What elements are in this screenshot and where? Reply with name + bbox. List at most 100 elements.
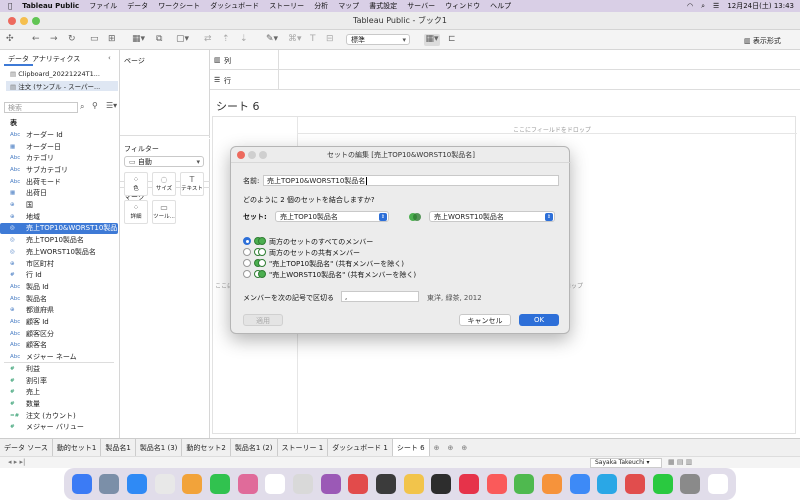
field-item[interactable]: # メジャー バリュー	[0, 422, 118, 434]
mark-button-text[interactable]: T テキスト	[180, 172, 204, 196]
dialog-minimize-button[interactable]	[248, 151, 256, 159]
tableau-logo-icon[interactable]: ✣	[6, 34, 14, 46]
dock-app-icon[interactable]	[182, 474, 203, 494]
set-name-input[interactable]: 売上TOP10&WORST10製品名	[263, 175, 559, 186]
dock-app-icon[interactable]	[707, 474, 728, 494]
datasource-orders[interactable]: ▤ 注文 (サンプル - スーパー...	[6, 81, 118, 91]
combine-option-label[interactable]: "売上WORST10製品名" (共有メンバーを除く)	[269, 270, 416, 280]
dock-app-icon[interactable]	[293, 474, 314, 494]
separator-input[interactable]: ,	[341, 291, 419, 302]
menu-item[interactable]: ダッシュボード	[210, 1, 259, 11]
tab-analytics[interactable]: アナリティクス	[28, 52, 84, 66]
set2-dropdown[interactable]: 売上WORST10製品名 ⇕	[429, 211, 555, 222]
field-item[interactable]: =# 注文 (カウント)	[0, 410, 118, 422]
menu-item[interactable]: 分析	[314, 1, 328, 11]
combine-option-radio[interactable]	[243, 259, 251, 267]
menu-item[interactable]: ヘルプ	[490, 1, 511, 11]
field-item[interactable]: ◎ 売上TOP10製品名	[0, 234, 118, 246]
menu-item[interactable]: サーバー	[407, 1, 435, 11]
dock-app-icon[interactable]	[514, 474, 535, 494]
new-story-icon[interactable]: ⊕	[457, 444, 471, 452]
field-item[interactable]: Abc カテゴリ	[0, 152, 118, 164]
field-item[interactable]: Abc 製品 Id	[0, 281, 118, 293]
field-item[interactable]: Abc サブカテゴリ	[0, 164, 118, 176]
sort-asc-icon[interactable]: ⇡	[222, 34, 230, 46]
duplicate-icon[interactable]: ⧉	[156, 34, 162, 46]
field-item[interactable]: ⊕ 市区町村	[0, 258, 118, 270]
dock-app-icon[interactable]	[265, 474, 286, 494]
zoom-window-button[interactable]	[32, 17, 40, 25]
combine-option-radio[interactable]	[243, 248, 251, 256]
apply-button[interactable]: 適用	[243, 314, 283, 326]
dock-app-icon[interactable]	[348, 474, 369, 494]
redo-icon[interactable]: ↻	[68, 34, 76, 46]
field-item[interactable]: ⊕ 都道府県	[0, 305, 118, 317]
combine-option-label[interactable]: 両方のセットのすべてのメンバー	[269, 237, 373, 247]
field-item[interactable]: ◎ 売上WORST10製品名	[0, 246, 118, 258]
dialog-zoom-button[interactable]	[259, 151, 267, 159]
menu-item[interactable]: 書式設定	[369, 1, 397, 11]
cancel-button[interactable]: キャンセル	[459, 314, 511, 326]
menu-item[interactable]: データ	[127, 1, 148, 11]
field-item[interactable]: ▦ 出荷日	[0, 188, 118, 200]
highlight-icon[interactable]: ✎▾	[266, 34, 278, 46]
dock-app-icon[interactable]	[99, 474, 120, 494]
dock-app-icon[interactable]	[569, 474, 590, 494]
search-input[interactable]: 検索	[4, 102, 78, 113]
search-icon[interactable]: ⌕	[701, 2, 705, 11]
collapse-icon[interactable]: ‹	[108, 54, 111, 62]
sheet-tab[interactable]: 製品名1 (3)	[136, 438, 183, 457]
rows-shelf[interactable]: ☰ 行	[210, 70, 800, 90]
menu-item[interactable]: ワークシート	[158, 1, 200, 11]
group-icon[interactable]: ⌘▾	[288, 34, 302, 46]
field-item[interactable]: # 割引率	[0, 375, 118, 387]
clear-icon[interactable]: ▢▾	[176, 34, 189, 46]
list-view-icon[interactable]: ☰▾	[106, 101, 117, 110]
sheet-tab[interactable]: データ ソース	[0, 438, 53, 457]
dock-app-icon[interactable]	[154, 474, 175, 494]
columns-shelf[interactable]: ▥ 列	[210, 50, 800, 70]
dock-app-icon[interactable]	[403, 474, 424, 494]
field-item[interactable]: Abc 出荷モード	[0, 176, 118, 188]
presentation-icon[interactable]: ⊏	[448, 34, 456, 46]
mark-button-detail[interactable]: ⁘ 詳細	[124, 200, 148, 224]
minimize-window-button[interactable]	[20, 17, 28, 25]
sort-desc-icon[interactable]: ⇣	[240, 34, 248, 46]
mark-type-dropdown[interactable]: ▭ 自動 ▾	[124, 156, 204, 167]
dock-app-icon[interactable]	[376, 474, 397, 494]
menu-item[interactable]: マップ	[338, 1, 359, 11]
dock-app-icon[interactable]	[320, 474, 341, 494]
dock-app-icon[interactable]	[652, 474, 673, 494]
mark-button-size[interactable]: ◌ サイズ	[152, 172, 176, 196]
menu-item[interactable]: ウィンドウ	[445, 1, 480, 11]
dock-app-icon[interactable]	[127, 474, 148, 494]
forward-icon[interactable]: →	[50, 34, 58, 46]
field-item[interactable]: Abc 製品名	[0, 293, 118, 305]
drop-field-columns[interactable]: ここにフィールドをドロップ	[513, 125, 591, 134]
mark-button-color[interactable]: ⁘ 色	[124, 172, 148, 196]
new-dashboard-icon[interactable]: ⊕	[443, 444, 457, 452]
ok-button[interactable]: OK	[519, 314, 559, 326]
field-item[interactable]: # 数量	[0, 398, 118, 410]
sheet-tab[interactable]: 動的セット1	[53, 438, 102, 457]
dock-app-icon[interactable]	[680, 474, 701, 494]
field-item[interactable]: Abc オーダー Id	[0, 129, 118, 141]
new-sheet-icon[interactable]: ⊕	[430, 444, 444, 452]
wifi-icon[interactable]: ◠	[687, 2, 693, 10]
dialog-close-button[interactable]	[237, 151, 245, 159]
combine-option-radio[interactable]	[243, 270, 251, 278]
field-item[interactable]: ◎ 売上TOP10&WORST10製品...	[0, 222, 124, 235]
new-sheet-icon[interactable]: ▦▾	[132, 34, 145, 46]
card-toggle-icon[interactable]: ▦▾	[424, 34, 440, 46]
datasource-clipboard[interactable]: ▤ Clipboard_20221224T1...	[10, 70, 100, 78]
grid-icon[interactable]: ▦ ▤ ▥	[668, 458, 692, 466]
clock[interactable]: 12月24日(土) 13:43	[727, 1, 794, 11]
sheet-tab[interactable]: 動的セット2	[182, 438, 231, 457]
field-item[interactable]: Abc 顧客区分	[0, 328, 118, 340]
label-icon[interactable]: T	[310, 34, 316, 46]
field-item[interactable]: ⊕ 地域	[0, 211, 118, 223]
mark-button-tooltip[interactable]: ▭ ツール...	[152, 200, 176, 224]
menu-item[interactable]: ストーリー	[269, 1, 304, 11]
field-item[interactable]: Abc 顧客 Id	[0, 316, 118, 328]
menu-app-name[interactable]: Tableau Public	[22, 2, 79, 10]
